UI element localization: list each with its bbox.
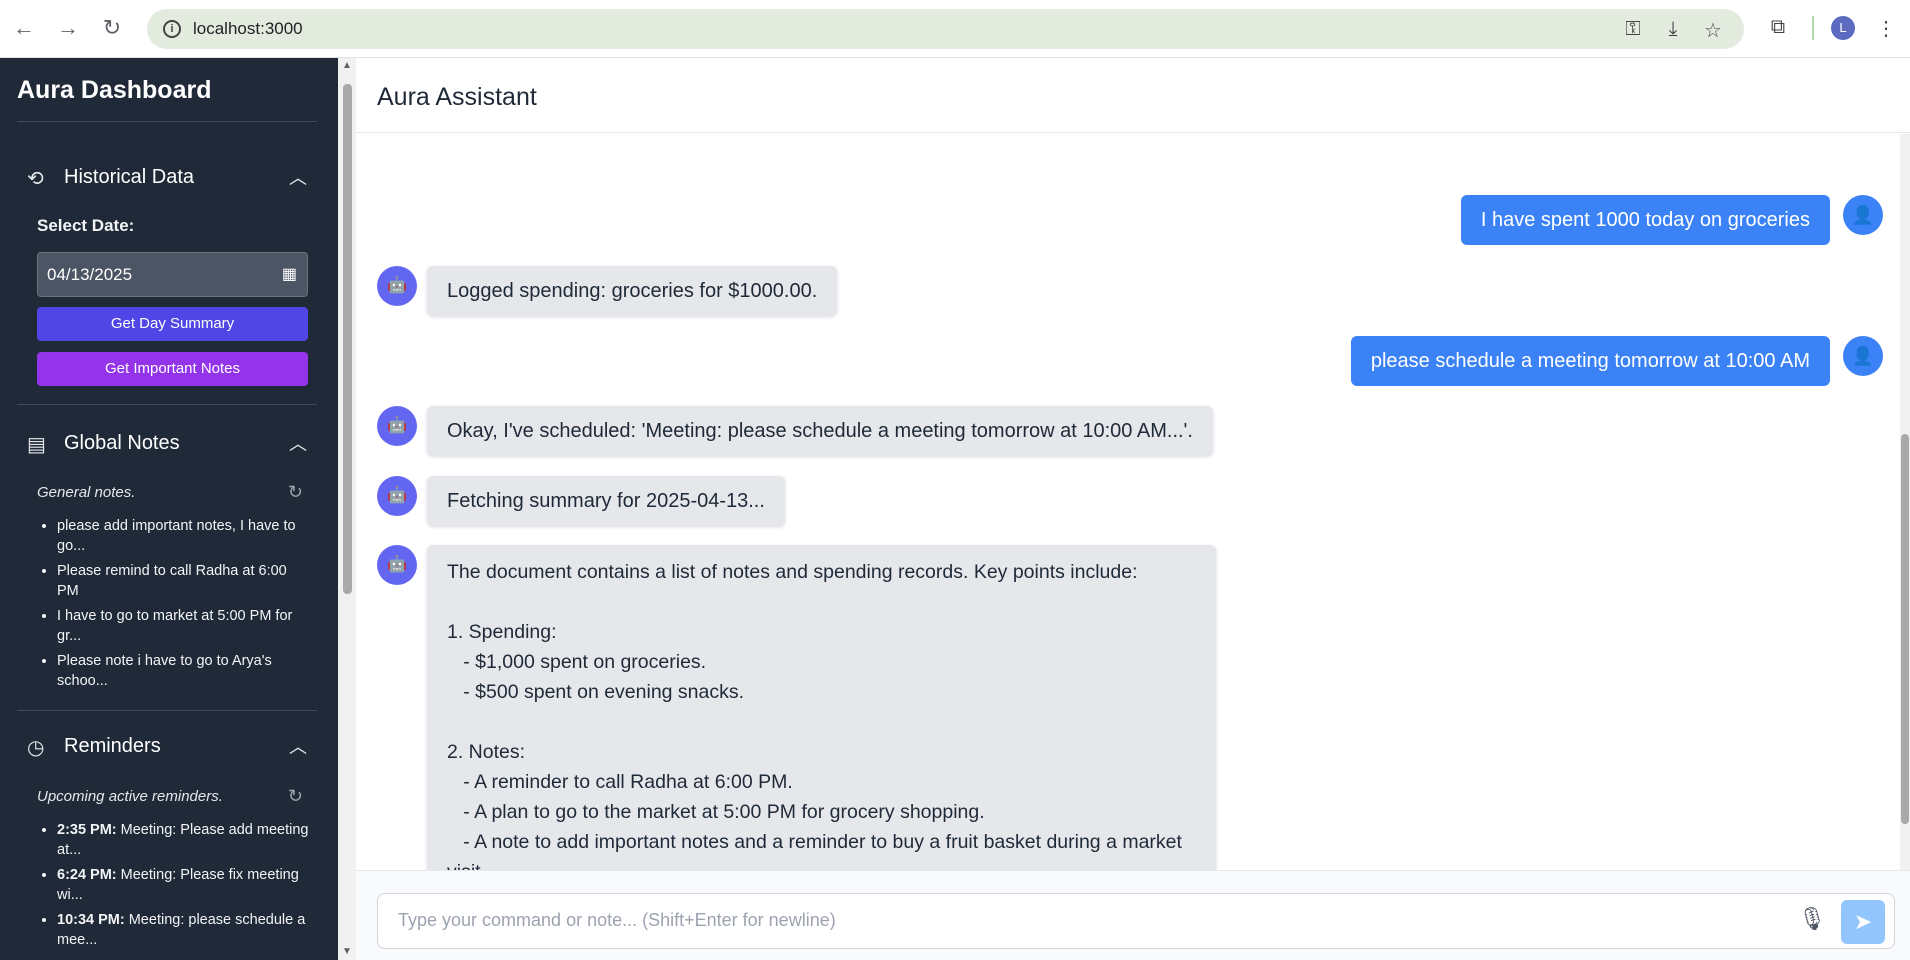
list-item: I have to go to market at 5:00 PM for gr…	[57, 606, 312, 646]
reminder-time: 6:24 PM:	[57, 867, 117, 883]
user-avatar-icon: 👤	[1843, 195, 1883, 235]
section-label: Reminders	[64, 735, 161, 757]
chat-scrollbar[interactable]	[1900, 134, 1910, 870]
star-icon[interactable]: ☆	[1701, 18, 1725, 43]
scroll-down-arrow[interactable]: ▼	[342, 946, 352, 957]
chat-messages: I have spent 1000 today on groceries 👤 🤖…	[356, 134, 1910, 870]
address-bar[interactable]: i localhost:3000 ⚿ ⤓ ☆	[147, 9, 1744, 49]
section-label: Global Notes	[64, 432, 180, 454]
bot-avatar-icon: 🤖	[377, 406, 417, 446]
section-label: Historical Data	[64, 166, 195, 188]
list-item: 6:24 PM: Meeting: Please fix meeting wi.…	[57, 865, 312, 905]
refresh-icon[interactable]: ↻	[288, 482, 303, 503]
divider	[17, 710, 317, 711]
send-button[interactable]: ➤	[1841, 900, 1885, 944]
select-date-label: Select Date:	[37, 216, 135, 235]
extensions-icon[interactable]: ⧉	[1766, 16, 1790, 39]
chevron-up-icon[interactable]: ︿	[289, 164, 307, 190]
page-title: Aura Assistant	[377, 83, 537, 111]
microphone-icon[interactable]: 🎙	[1798, 906, 1826, 932]
get-important-notes-button[interactable]: Get Important Notes	[37, 352, 308, 386]
scroll-up-arrow[interactable]: ▲	[342, 60, 352, 71]
date-value: 04/13/2025	[47, 265, 133, 284]
reminders-subtitle: Upcoming active reminders.	[37, 788, 223, 805]
notes-icon: ▤	[27, 434, 46, 456]
divider	[17, 404, 317, 405]
scroll-thumb[interactable]	[1901, 434, 1909, 824]
user-avatar-icon: 👤	[1843, 336, 1883, 376]
reload-icon[interactable]: ↻	[100, 14, 124, 42]
back-icon[interactable]: ←	[12, 14, 36, 42]
date-input[interactable]: 04/13/2025 ▦	[37, 252, 308, 297]
list-item: 10:34 PM: Meeting: please schedule a mee…	[57, 910, 312, 950]
chevron-up-icon[interactable]: ︿	[289, 733, 307, 759]
menu-icon[interactable]: ⋮	[1874, 16, 1898, 41]
divider	[17, 121, 317, 122]
bot-avatar-icon: 🤖	[377, 266, 417, 306]
global-notes-subtitle: General notes.	[37, 484, 136, 501]
bot-message-summary: The document contains a list of notes an…	[427, 545, 1216, 870]
url-text[interactable]: localhost:3000	[193, 19, 303, 39]
history-icon: ⟲	[27, 168, 44, 190]
bot-avatar-icon: 🤖	[377, 476, 417, 516]
refresh-icon[interactable]: ↻	[288, 786, 303, 807]
reminder-time: 2:35 PM:	[57, 822, 117, 838]
scroll-thumb[interactable]	[343, 84, 352, 594]
main-panel: Aura Assistant I have spent 1000 today o…	[356, 58, 1910, 960]
browser-toolbar: ← → ↻ i localhost:3000 ⚿ ⤓ ☆ ⧉ L ⋮	[0, 0, 1910, 58]
sidebar-title: Aura Dashboard	[17, 76, 212, 104]
get-day-summary-button[interactable]: Get Day Summary	[37, 307, 308, 341]
section-global-notes-header[interactable]: ▤ Global Notes ︿	[27, 430, 307, 460]
bot-avatar-icon: 🤖	[377, 545, 417, 585]
user-message: I have spent 1000 today on groceries	[1460, 195, 1830, 245]
install-icon[interactable]: ⤓	[1661, 18, 1685, 41]
section-reminders-header[interactable]: ◷ Reminders ︿	[27, 733, 307, 763]
chevron-up-icon[interactable]: ︿	[289, 430, 307, 456]
reminder-time: 10:34 PM:	[57, 912, 125, 928]
site-info-icon[interactable]: i	[163, 20, 181, 38]
clock-icon: ◷	[27, 737, 45, 759]
sidebar: Aura Dashboard ⟲ Historical Data ︿ Selec…	[0, 58, 338, 960]
bot-message: Okay, I've scheduled: 'Meeting: please s…	[427, 406, 1213, 456]
toolbar-divider	[1812, 16, 1814, 40]
bot-message: Fetching summary for 2025-04-13...	[427, 476, 785, 526]
global-notes-list: please add important notes, I have to go…	[37, 516, 312, 696]
forward-icon[interactable]: →	[56, 14, 80, 42]
list-item: Please note i have to go to Arya's schoo…	[57, 651, 312, 691]
list-item: please add important notes, I have to go…	[57, 516, 312, 556]
user-message: please schedule a meeting tomorrow at 10…	[1350, 336, 1830, 386]
calendar-icon[interactable]: ▦	[282, 253, 297, 296]
command-input[interactable]: Type your command or note... (Shift+Ente…	[377, 893, 1895, 949]
input-placeholder: Type your command or note... (Shift+Ente…	[398, 910, 836, 930]
sidebar-scrollbar[interactable]: ▲ ▼	[338, 58, 356, 960]
input-bar: Type your command or note... (Shift+Ente…	[356, 870, 1910, 960]
list-item: Please remind to call Radha at 6:00 PM	[57, 561, 312, 601]
key-icon[interactable]: ⚿	[1621, 18, 1645, 41]
bot-message: Logged spending: groceries for $1000.00.	[427, 266, 838, 316]
list-item: 2:35 PM: Meeting: Please add meeting at.…	[57, 820, 312, 860]
chat-header: Aura Assistant	[356, 58, 1910, 133]
profile-avatar[interactable]: L	[1831, 16, 1855, 40]
section-historical-header[interactable]: ⟲ Historical Data ︿	[27, 164, 307, 194]
reminders-list: 2:35 PM: Meeting: Please add meeting at.…	[37, 820, 312, 955]
